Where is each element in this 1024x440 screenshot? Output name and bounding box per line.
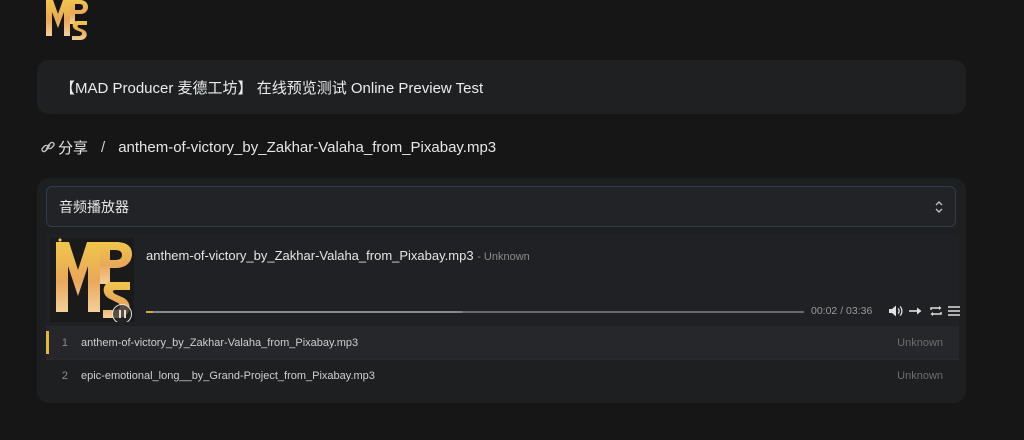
- order-icon[interactable]: [908, 304, 924, 318]
- pause-icon-bar: [123, 310, 126, 318]
- share-label: 分享: [58, 139, 89, 157]
- pause-button[interactable]: [112, 304, 132, 322]
- playlist-item-author: Unknown: [897, 336, 943, 349]
- loop-icon[interactable]: [928, 304, 944, 318]
- playlist-item-number: 1: [61, 336, 68, 349]
- playlist-item-author: Unknown: [897, 370, 943, 382]
- title-card: 【MAD Producer 麦德工坊】 在线预览测试 Online Previe…: [37, 60, 966, 114]
- page: 【MAD Producer 麦德工坊】 在线预览测试 Online Previe…: [0, 0, 1024, 440]
- playlist-item-number: 2: [61, 370, 68, 382]
- player-select[interactable]: 音频播放器: [46, 186, 956, 227]
- volume-icon[interactable]: [888, 304, 904, 318]
- breadcrumb-separator: /: [101, 138, 106, 156]
- playlist-item[interactable]: 1 anthem-of-victory_by_Zakhar-Valaha_fro…: [46, 326, 959, 359]
- link-icon: [41, 141, 55, 153]
- track-artist: - Unknown: [477, 251, 530, 263]
- breadcrumb-current: anthem-of-victory_by_Zakhar-Valaha_from_…: [118, 138, 497, 156]
- playlist: 1 anthem-of-victory_by_Zakhar-Valaha_fro…: [46, 326, 959, 392]
- chevron-up-down-icon: [935, 201, 943, 213]
- progress-played: [146, 311, 153, 313]
- playlist-item-name: epic-emotional_long__by_Grand-Project_fr…: [81, 370, 375, 382]
- menu-icon[interactable]: [946, 304, 962, 318]
- playlist-item-name: anthem-of-victory_by_Zakhar-Valaha_from_…: [81, 336, 359, 349]
- now-playing: anthem-of-victory_by_Zakhar-Valaha_from_…: [146, 248, 530, 263]
- track-title: anthem-of-victory_by_Zakhar-Valaha_from_…: [146, 248, 474, 263]
- album-cover: [50, 238, 134, 322]
- page-title: 【MAD Producer 麦德工坊】 在线预览测试 Online Previe…: [60, 79, 484, 97]
- progress-bar[interactable]: [146, 311, 804, 313]
- mps-logo: [46, 0, 88, 40]
- breadcrumb: 分享 / anthem-of-victory_by_Zakhar-Valaha_…: [40, 137, 496, 157]
- audio-player: anthem-of-victory_by_Zakhar-Valaha_from_…: [46, 234, 962, 326]
- playlist-item[interactable]: 2 epic-emotional_long__by_Grand-Project_…: [46, 359, 959, 392]
- progress-loaded: [146, 311, 462, 313]
- player-select-label: 音频播放器: [59, 198, 129, 215]
- pause-icon-bar: [118, 310, 121, 318]
- time-display: 00:02 / 03:36: [811, 305, 873, 317]
- share-link[interactable]: 分享: [40, 137, 88, 158]
- player-panel: 音频播放器 anthem-of-victory_by_Zakhar-Valaha…: [37, 178, 966, 403]
